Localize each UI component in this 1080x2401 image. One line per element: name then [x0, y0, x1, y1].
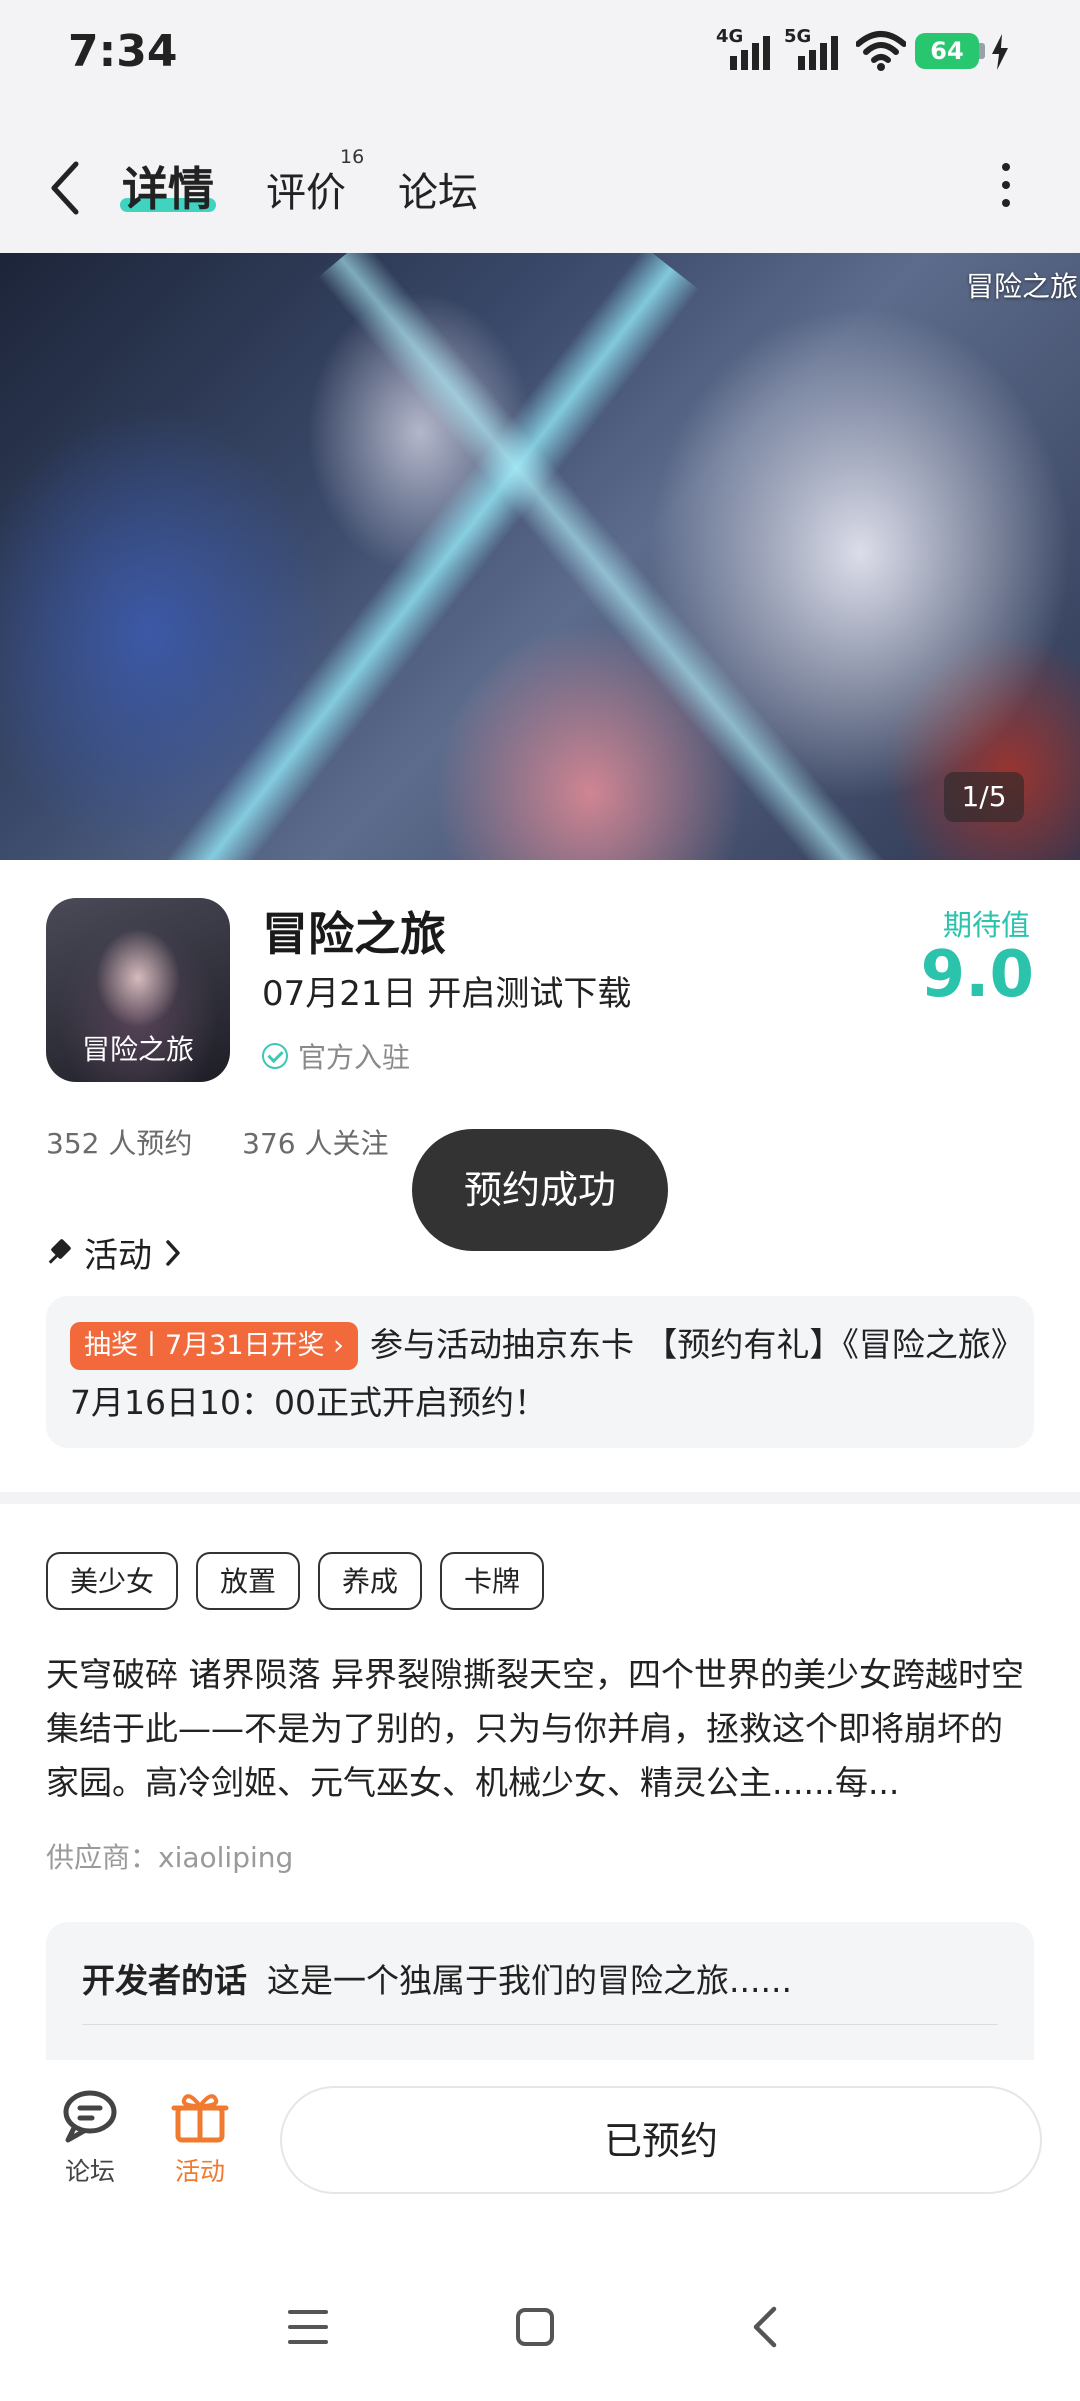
activity-header[interactable]: 活动 — [46, 1228, 184, 1277]
charging-icon — [990, 34, 1010, 70]
status-time: 7:34 — [68, 26, 178, 77]
back-icon[interactable] — [46, 160, 86, 216]
game-icon: 冒险之旅 — [46, 898, 230, 1082]
gift-icon — [171, 2094, 229, 2143]
tag-chip[interactable]: 卡牌 — [440, 1552, 545, 1610]
developer-note-label: 开发者的话 — [82, 1961, 247, 2000]
bottom-nav-activity[interactable]: 活动 — [166, 2088, 234, 2188]
developer-note-divider — [82, 2024, 998, 2025]
follower-count: 376 人关注 — [242, 1127, 389, 1160]
section-divider — [0, 1492, 1080, 1504]
activity-heading: 活动 — [84, 1236, 152, 1276]
tab-details[interactable]: 详情 — [122, 153, 214, 219]
game-title: 冒险之旅 — [262, 907, 446, 961]
stats-row: 352 人预约 376 人关注 — [46, 1122, 389, 1162]
banner-page-indicator: 1/5 — [944, 772, 1024, 822]
system-back-icon[interactable] — [748, 2306, 784, 2348]
banner-image[interactable] — [0, 253, 1080, 860]
tag-chip[interactable]: 养成 — [318, 1552, 423, 1610]
home-icon[interactable] — [516, 2308, 554, 2346]
game-description[interactable]: 天穹破碎 诸界陨落 异界裂隙撕裂天空，四个世界的美少女跨越时空集结于此——不是为… — [46, 1648, 1034, 1810]
wifi-icon — [855, 30, 907, 72]
activity-label: 活动 — [174, 2157, 225, 2186]
official-label: 官方入驻 — [298, 1041, 411, 1074]
more-options-icon[interactable] — [1000, 163, 1012, 207]
signal-4g-icon: 4G — [716, 26, 776, 72]
lottery-tag-label: 抽奖丨7月31日开奖 — [84, 1330, 325, 1361]
release-info: 07月21日 开启测试下载 — [262, 974, 632, 1014]
tag-list: 美少女 放置 养成 卡牌 — [46, 1552, 545, 1610]
recent-apps-icon[interactable] — [288, 2310, 328, 2344]
reservation-count: 352 人预约 — [46, 1127, 193, 1160]
toast-message: 预约成功 — [412, 1129, 668, 1251]
battery-icon: 64 — [915, 33, 979, 69]
bottom-nav-forum[interactable]: 论坛 — [56, 2088, 124, 2188]
forum-label: 论坛 — [64, 2157, 115, 2186]
game-icon-logo: 冒险之旅 — [81, 1033, 194, 1066]
official-badge: 官方入驻 — [262, 1036, 410, 1076]
reviews-count-badge: 16 — [340, 146, 365, 168]
banner-logo: 冒险之旅 — [966, 270, 1079, 303]
tab-reviews[interactable]: 评价 — [266, 160, 346, 218]
tag-chip[interactable]: 美少女 — [46, 1552, 179, 1610]
pin-icon — [46, 1239, 74, 1267]
chevron-right-icon — [166, 1239, 180, 1266]
activity-content: 抽奖丨7月31日开奖 › 参与活动抽京东卡 【预约有礼】《冒险之旅》7月16日10… — [70, 1316, 1010, 1432]
verified-check-icon — [262, 1043, 288, 1069]
developer-note-text: 这是一个独属于我们的冒险之旅...... — [267, 1961, 792, 2000]
lottery-tag[interactable]: 抽奖丨7月31日开奖 › — [70, 1322, 358, 1370]
forum-icon — [63, 2090, 117, 2143]
system-nav-bar — [0, 2200, 1080, 2401]
signal-5g-icon: 5G — [784, 26, 844, 72]
supplier-info: 供应商：xiaoliping — [46, 1841, 294, 1874]
reserved-button[interactable]: 已预约 — [280, 2086, 1042, 2194]
expectation-score: 9.0 — [920, 938, 1034, 1012]
tab-forum[interactable]: 论坛 — [398, 160, 478, 218]
battery-nub — [979, 43, 985, 59]
tag-chip[interactable]: 放置 — [196, 1552, 301, 1610]
developer-note: 开发者的话 这是一个独属于我们的冒险之旅...... — [82, 1954, 792, 2002]
